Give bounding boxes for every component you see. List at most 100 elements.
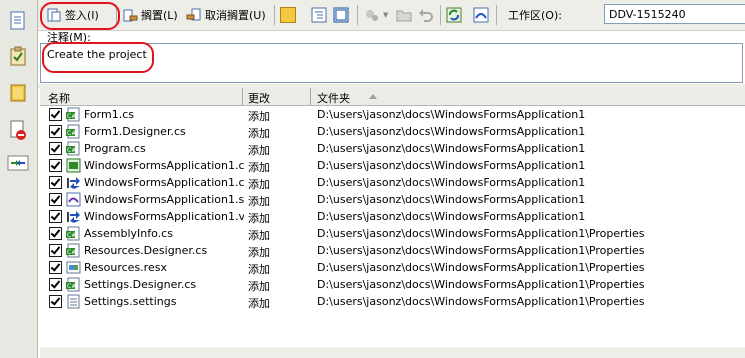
table-row[interactable]: C# AssemblyInfo.cs 添加 D:\users\jasonz\docs\… xyxy=(40,225,745,242)
workspace-label-wrap: 工作区(O): xyxy=(508,5,562,25)
file-name: AssemblyInfo.cs xyxy=(84,227,173,240)
checkin-highlight-annotation xyxy=(40,2,120,30)
table-row[interactable]: Settings.settings 添加 D:\users\jasonz\docs\… xyxy=(40,293,745,310)
flat-view-button[interactable] xyxy=(280,5,296,25)
toolbar-separator xyxy=(440,5,441,25)
change-type: 添加 xyxy=(248,161,270,174)
column-header-name[interactable]: 名称 xyxy=(48,90,70,106)
actions-dropdown-button[interactable]: ▼ xyxy=(364,5,388,25)
column-header-change[interactable]: 更改 xyxy=(248,90,270,106)
file-name: Program.cs xyxy=(84,142,146,155)
cs-file-icon: C# xyxy=(66,124,81,139)
include-checkbox[interactable] xyxy=(49,227,62,240)
workspace-label: 工作区(O): xyxy=(508,9,562,22)
table-row[interactable]: C# Form1.cs 添加 D:\users\jasonz\docs\Windows… xyxy=(40,106,745,123)
include-checkbox[interactable] xyxy=(49,193,62,206)
change-type: 添加 xyxy=(248,212,270,225)
folder-path: D:\users\jasonz\docs\WindowsFormsApplica… xyxy=(317,159,586,172)
table-row[interactable]: C# Program.cs 添加 D:\users\jasonz\docs\Windo… xyxy=(40,140,745,157)
include-checkbox[interactable] xyxy=(49,142,62,155)
folder-path: D:\users\jasonz\docs\WindowsFormsApplica… xyxy=(317,278,645,291)
change-type: 添加 xyxy=(248,297,270,310)
include-checkbox[interactable] xyxy=(49,244,62,257)
folder-path: D:\users\jasonz\docs\WindowsFormsApplica… xyxy=(317,108,586,121)
cs-file-icon: C# xyxy=(66,107,81,122)
folder-path: D:\users\jasonz\docs\WindowsFormsApplica… xyxy=(317,142,586,155)
cs-file-icon: C# xyxy=(66,243,81,258)
shelve-button[interactable]: 搁置(L) xyxy=(122,5,178,25)
cs-file-icon: C# xyxy=(66,277,81,292)
conflicts-channel-icon[interactable] xyxy=(7,152,29,174)
open-folder-button[interactable] xyxy=(396,5,412,25)
file-list-header: 名称 更改 文件夹 xyxy=(40,88,745,106)
folder-path: D:\users\jasonz\docs\WindowsFormsApplica… xyxy=(317,176,586,189)
column-header-folder[interactable]: 文件夹 xyxy=(317,90,350,106)
column-divider[interactable] xyxy=(242,88,243,105)
include-checkbox[interactable] xyxy=(49,261,62,274)
svg-text:C#: C# xyxy=(67,232,76,239)
include-checkbox[interactable] xyxy=(49,159,62,172)
refresh-button[interactable] xyxy=(446,5,462,25)
folder-path: D:\users\jasonz\docs\WindowsFormsApplica… xyxy=(317,210,586,223)
vspscc-icon xyxy=(66,175,81,190)
folder-path: D:\users\jasonz\docs\WindowsFormsApplica… xyxy=(317,295,645,308)
change-type: 添加 xyxy=(248,263,270,276)
svg-text:C#: C# xyxy=(67,130,76,137)
flat-view-icon xyxy=(280,7,296,23)
table-row[interactable]: WindowsFormsApplication1.sln 添加 D:\users\j… xyxy=(40,191,745,208)
table-row[interactable]: WindowsFormsApplication1.cs... 添加 D:\users… xyxy=(40,157,745,174)
compare-button[interactable] xyxy=(473,5,489,25)
pending-changes-toolbar: 签入(I) 搁置(L) 取消搁置(U) ▼ 工作区(O): DDV-151524… xyxy=(38,0,745,31)
vssscc-icon xyxy=(66,209,81,224)
folder-path: D:\users\jasonz\docs\WindowsFormsApplica… xyxy=(317,227,645,240)
cs-file-icon: C# xyxy=(66,141,81,156)
table-row[interactable]: C# Resources.Designer.cs 添加 D:\users\jasonz… xyxy=(40,242,745,259)
include-checkbox[interactable] xyxy=(49,295,62,308)
include-checkbox[interactable] xyxy=(49,176,62,189)
column-divider[interactable] xyxy=(310,88,311,105)
list-view-button[interactable] xyxy=(333,5,349,25)
change-type: 添加 xyxy=(248,195,270,208)
tree-view-icon xyxy=(311,7,327,23)
toolbar-separator xyxy=(496,5,497,25)
folder-path: D:\users\jasonz\docs\WindowsFormsApplica… xyxy=(317,125,586,138)
folder-path: D:\users\jasonz\docs\WindowsFormsApplica… xyxy=(317,261,645,274)
source-files-channel-icon[interactable] xyxy=(7,10,29,32)
change-type: 添加 xyxy=(248,110,270,123)
check-in-notes-channel-icon[interactable] xyxy=(7,82,29,104)
work-items-channel-icon[interactable] xyxy=(7,45,29,67)
policy-warnings-channel-icon[interactable] xyxy=(7,119,29,141)
file-name: Settings.settings xyxy=(84,295,177,308)
undo-button[interactable] xyxy=(418,5,434,25)
change-type: 添加 xyxy=(248,127,270,140)
file-name: Settings.Designer.cs xyxy=(84,278,197,291)
sort-ascending-icon xyxy=(369,94,377,99)
table-row[interactable]: Resources.resx 添加 D:\users\jasonz\docs\Win… xyxy=(40,259,745,276)
include-checkbox[interactable] xyxy=(49,210,62,223)
folder-icon xyxy=(396,7,412,23)
folder-path: D:\users\jasonz\docs\WindowsFormsApplica… xyxy=(317,244,645,257)
unshelve-button[interactable]: 取消搁置(U) xyxy=(186,5,266,25)
workspace-select[interactable]: DDV-1515240 xyxy=(604,4,745,24)
comment-highlight-annotation xyxy=(42,42,154,73)
workspace-value: DDV-1515240 xyxy=(609,8,686,21)
toolbar-separator xyxy=(357,5,358,25)
include-checkbox[interactable] xyxy=(49,108,62,121)
change-type: 添加 xyxy=(248,246,270,259)
compare-icon xyxy=(473,7,489,23)
include-checkbox[interactable] xyxy=(49,278,62,291)
include-checkbox[interactable] xyxy=(49,125,62,138)
table-row[interactable]: C# Settings.Designer.cs 添加 D:\users\jasonz\… xyxy=(40,276,745,293)
change-type: 添加 xyxy=(248,280,270,293)
toolbar-separator xyxy=(274,5,275,25)
svg-text:C#: C# xyxy=(67,283,76,290)
refresh-icon xyxy=(446,7,462,23)
change-type: 添加 xyxy=(248,144,270,157)
table-row[interactable]: C# Form1.Designer.cs 添加 D:\users\jasonz\doc… xyxy=(40,123,745,140)
file-name: Resources.resx xyxy=(84,261,167,274)
table-row[interactable]: WindowsFormsApplication1.vs... 添加 D:\users… xyxy=(40,208,745,225)
change-type: 添加 xyxy=(248,178,270,191)
table-row[interactable]: WindowsFormsApplication1.cs... 添加 D:\users… xyxy=(40,174,745,191)
list-view-icon xyxy=(333,7,349,23)
tree-view-button[interactable] xyxy=(311,5,327,25)
